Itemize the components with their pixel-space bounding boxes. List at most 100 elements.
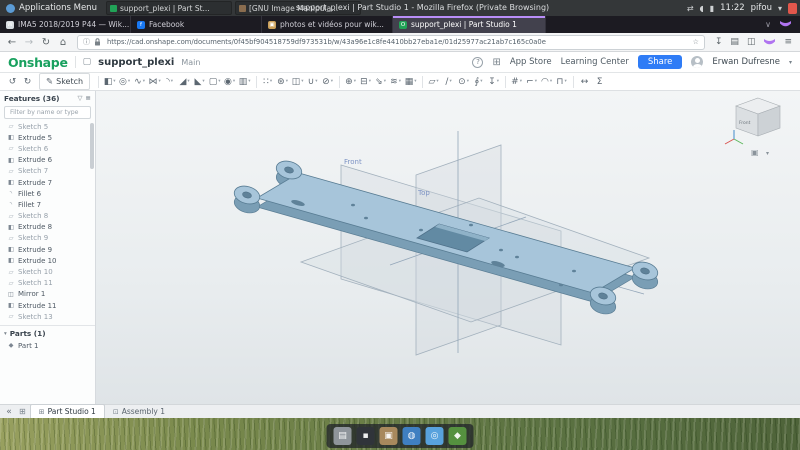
front-plane-label[interactable]: Front — [344, 158, 362, 166]
feature-list-item[interactable]: ◧ Extrude 9 — [0, 244, 95, 255]
url-bar[interactable]: ⓘ ☆ — [77, 35, 705, 50]
dock-icon[interactable]: ▤ — [334, 427, 352, 445]
dropdown-caret-icon[interactable]: ▾ — [113, 79, 115, 84]
user-menu-caret-icon[interactable]: ▾ — [789, 59, 792, 66]
view-tools-cube-icon[interactable]: ▣ — [751, 148, 759, 157]
dock-icon[interactable]: ◎ — [426, 427, 444, 445]
feature-list-item[interactable]: ◧ Extrude 10 — [0, 255, 95, 266]
toolbar-icon[interactable]: ∪ ▾ — [305, 74, 320, 90]
dropdown-caret-icon[interactable]: ▾ — [436, 79, 438, 84]
toolbar-icon[interactable]: ◧ ▾ — [102, 74, 117, 90]
feature-list-item[interactable]: ▱ Sketch 5 — [0, 121, 95, 132]
feature-list-item[interactable]: ▱ Sketch 9 — [0, 233, 95, 244]
browser-tab[interactable]: f Facebook — [131, 16, 262, 33]
toolbar-icon[interactable]: ⌐ ▾ — [524, 74, 539, 90]
toolbar-icon[interactable]: ⊟ ▾ — [358, 74, 373, 90]
feature-list-item[interactable]: ◧ Extrude 6 — [0, 155, 95, 166]
battery-icon[interactable]: ▮ — [710, 4, 714, 13]
menu-icon[interactable]: ≡ — [784, 37, 792, 47]
browser-tab[interactable]: ▣ photos et vidéos pour wik... — [262, 16, 393, 33]
user-avatar[interactable] — [691, 56, 703, 68]
feature-list-item[interactable]: ▱ Sketch 11 — [0, 278, 95, 289]
toolbar-icon[interactable]: # ▾ — [509, 74, 524, 90]
toolbar-icon[interactable]: ▱ ▾ — [426, 74, 441, 90]
toolbar-icon[interactable]: ◎ ▾ — [117, 74, 132, 90]
browser-tab[interactable]: O support_plexi | Part Studio 1 — [393, 16, 546, 33]
reload-icon[interactable]: ↻ — [38, 37, 54, 48]
applications-menu[interactable]: Applications Menu — [0, 0, 103, 16]
toolbar-icon[interactable]: ⊓ ▾ — [554, 74, 569, 90]
toolbar-icon[interactable]: ▾ — [501, 74, 509, 90]
back-icon[interactable]: ← — [4, 37, 20, 48]
toolbar-icon[interactable]: ◉ ▾ — [222, 74, 237, 90]
feature-list-item[interactable]: ▱ Sketch 7 — [0, 166, 95, 177]
dock-icon[interactable]: ◍ — [403, 427, 421, 445]
forward-icon[interactable]: → — [21, 37, 37, 48]
dropdown-caret-icon[interactable]: ▾ — [399, 79, 401, 84]
session-caret-icon[interactable]: ▾ — [778, 4, 782, 13]
toolbar-icon[interactable]: ∮ ▾ — [471, 74, 486, 90]
dropdown-caret-icon[interactable]: ▾ — [270, 79, 272, 84]
feature-list-item[interactable]: ◧ Extrude 8 — [0, 222, 95, 233]
toolbar-icon[interactable]: ▾ — [94, 74, 102, 90]
feature-list-item[interactable]: ◧ Extrude 7 — [0, 177, 95, 188]
dock-icon[interactable]: ▣ — [380, 427, 398, 445]
feature-list-item[interactable]: ◧ Extrude 5 — [0, 132, 95, 143]
toolbar-icon[interactable]: ▢ ▾ — [207, 74, 222, 90]
dropdown-caret-icon[interactable]: ▾ — [384, 79, 386, 84]
toolbar-icon[interactable]: ⊙ ▾ — [456, 74, 471, 90]
bookmark-star-icon[interactable]: ☆ — [693, 38, 699, 46]
parts-section-header[interactable]: ▾ Parts (1) — [0, 327, 95, 340]
toolbar-icon[interactable]: ▥ ▾ — [237, 74, 252, 90]
list-all-tabs-icon[interactable]: ∨ — [765, 20, 771, 29]
graphics-viewport[interactable]: Front Top — [96, 91, 800, 404]
toolbar-icon[interactable]: ▾ — [569, 74, 577, 90]
toolbar-icon[interactable]: ∿ ▾ — [132, 74, 147, 90]
view-menu-caret-icon[interactable]: ▾ — [766, 150, 769, 157]
network-icon[interactable]: ⇄ — [687, 4, 694, 13]
session-user[interactable]: pifou — [751, 3, 772, 13]
dropdown-caret-icon[interactable]: ▾ — [535, 79, 537, 84]
toolbar-icon[interactable]: ⇘ ▾ — [373, 74, 388, 90]
feature-list-item[interactable]: ◫ Mirror 1 — [0, 289, 95, 300]
power-indicator-icon[interactable] — [788, 3, 797, 14]
feature-filter-box[interactable] — [4, 106, 91, 119]
help-icon[interactable]: ? — [472, 57, 483, 68]
dropdown-caret-icon[interactable]: ▾ — [158, 79, 160, 84]
dropdown-caret-icon[interactable]: ▾ — [187, 79, 189, 84]
feature-list-item[interactable]: ▱ Sketch 6 — [0, 143, 95, 154]
dropdown-caret-icon[interactable]: ▾ — [520, 79, 522, 84]
feature-filter-input[interactable] — [8, 108, 87, 117]
dock-icon[interactable]: ◆ — [449, 427, 467, 445]
share-button[interactable]: Share — [638, 55, 683, 69]
dropdown-caret-icon[interactable]: ▾ — [248, 79, 250, 84]
downloads-icon[interactable]: ↧ — [715, 37, 723, 47]
home-icon[interactable]: ⌂ — [55, 37, 71, 48]
section-caret-icon[interactable]: ▾ — [4, 331, 7, 337]
part-list-item[interactable]: ◆ Part 1 — [0, 340, 95, 351]
panel-collapse-icon[interactable]: « — [3, 407, 15, 417]
toolbar-icon[interactable]: ↻ — [20, 74, 35, 90]
url-input[interactable] — [105, 37, 689, 47]
dropdown-caret-icon[interactable]: ▾ — [550, 79, 552, 84]
volume-icon[interactable]: ◖ — [700, 4, 704, 13]
dropdown-caret-icon[interactable]: ▾ — [233, 79, 235, 84]
apps-grid-icon[interactable]: ⊞ — [492, 57, 500, 68]
app-store-link[interactable]: App Store — [510, 57, 552, 67]
toolbar-icon[interactable]: ↔ ▾ — [577, 74, 592, 90]
toolbar-icon[interactable]: ◣ ▾ — [192, 74, 207, 90]
toolbar-icon[interactable]: ▾ — [418, 74, 426, 90]
onshape-logo[interactable]: Onshape — [8, 55, 68, 70]
document-title[interactable]: support_plexi — [98, 57, 174, 68]
dropdown-caret-icon[interactable]: ▾ — [301, 79, 303, 84]
toolbar-icon[interactable]: ↧ ▾ — [486, 74, 501, 90]
sidebar-icon[interactable]: ◫ — [747, 37, 756, 47]
site-info-icon[interactable]: ⓘ — [83, 37, 90, 47]
filter-icon[interactable]: ▽ — [78, 94, 83, 102]
dropdown-caret-icon[interactable]: ▾ — [480, 79, 482, 84]
dropdown-caret-icon[interactable]: ▾ — [315, 79, 317, 84]
toolbar-icon[interactable]: ↺ — [5, 74, 20, 90]
dropdown-caret-icon[interactable]: ▾ — [202, 79, 204, 84]
dock-icon[interactable]: ▪ — [357, 427, 375, 445]
workspace-branch[interactable]: Main — [181, 58, 200, 67]
